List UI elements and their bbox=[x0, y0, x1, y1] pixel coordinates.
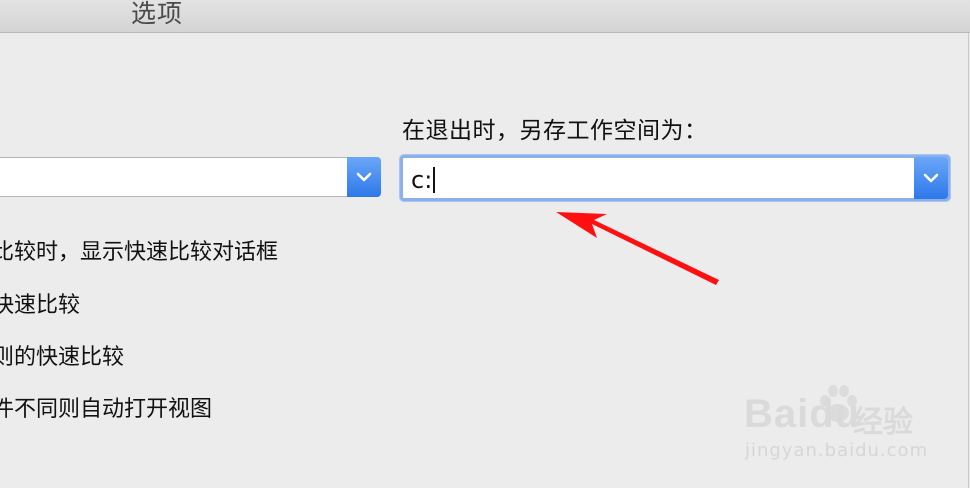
text-caret bbox=[433, 167, 436, 193]
save-workspace-combobox[interactable]: c: bbox=[400, 155, 950, 201]
option-quick-compare[interactable]: 快速比较 bbox=[0, 287, 80, 319]
left-combobox-dropdown-button[interactable] bbox=[347, 157, 381, 197]
option-auto-open-view[interactable]: 件不同则自动打开视图 bbox=[0, 391, 212, 423]
window-titlebar[interactable]: 选项 bbox=[0, 0, 970, 33]
window-title: 选项 bbox=[131, 0, 184, 28]
baidu-watermark: Baidu 经验 jingyan.baidu.com bbox=[740, 382, 960, 472]
save-workspace-dropdown-button[interactable] bbox=[914, 157, 948, 199]
chevron-down-icon bbox=[356, 172, 372, 182]
watermark-url: jingyan.baidu.com bbox=[745, 440, 929, 461]
left-field-label: ： bbox=[0, 111, 11, 145]
option-rule-quick-compare[interactable]: 则的快速比较 bbox=[0, 339, 124, 371]
save-workspace-label: 在退出时，另存工作空间为： bbox=[402, 118, 708, 144]
watermark-jingyan: 经验 bbox=[853, 405, 913, 440]
watermark-brand: Baidu bbox=[744, 392, 861, 436]
chevron-down-icon bbox=[923, 173, 939, 183]
save-workspace-value: c: bbox=[411, 166, 433, 194]
option-show-quick-compare-dialog[interactable]: 比较时，显示快速比较对话框 bbox=[0, 234, 278, 266]
save-workspace-input[interactable]: c: bbox=[411, 166, 436, 194]
left-combobox[interactable] bbox=[0, 157, 381, 197]
